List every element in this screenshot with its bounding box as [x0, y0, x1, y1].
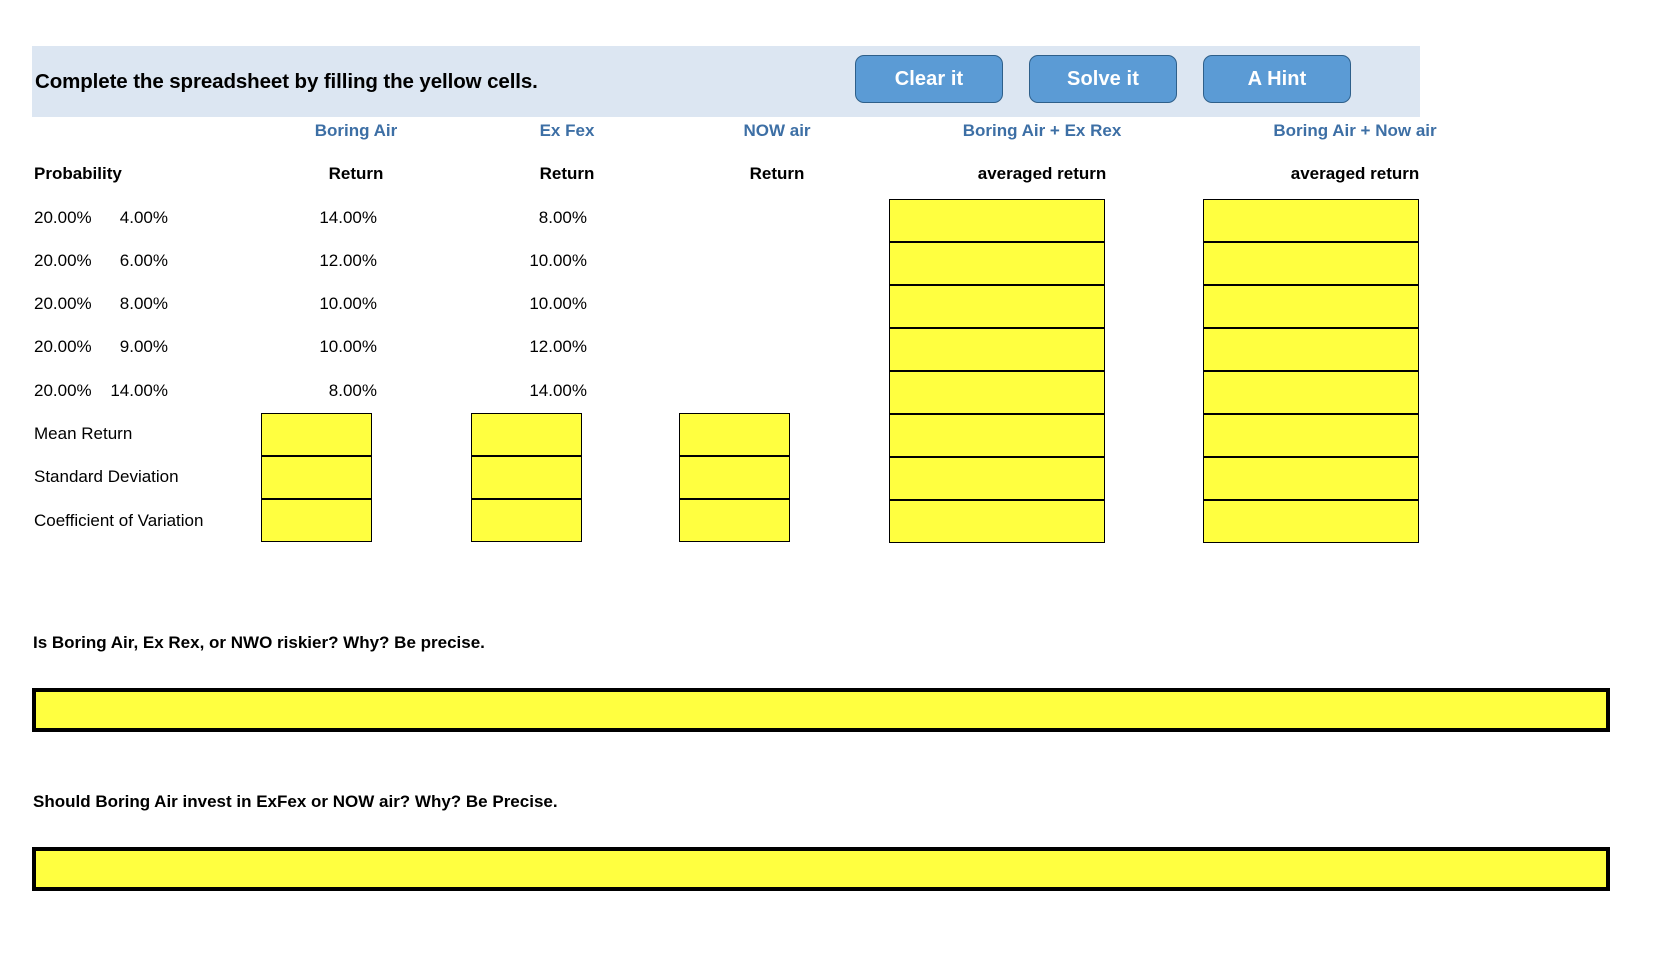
cell-boring-air-return: 4.00%: [119, 207, 168, 227]
cell-boring-air-return: 8.00%: [119, 294, 168, 314]
input-cell-boring-air-mean-return[interactable]: [261, 413, 372, 456]
column-header-boring-air-plus-now-air: Boring Air + Now air: [1273, 121, 1437, 140]
cell-probability: 20.00%: [34, 250, 92, 270]
cell-now-air-return: 10.00%: [529, 294, 587, 314]
sheet-bottom-clip: [0, 578, 1664, 592]
a-hint-button[interactable]: A Hint: [1203, 55, 1351, 103]
table-header-row-companies: Boring Air Ex Fex NOW air Boring Air + E…: [32, 121, 1437, 165]
cell-ex-fex-return: 14.00%: [319, 207, 377, 227]
input-cell-now-air-coefficient-variation[interactable]: [679, 499, 790, 542]
solve-it-button[interactable]: Solve it: [1029, 55, 1177, 103]
instruction-header-band: Complete the spreadsheet by filling the …: [32, 46, 1420, 117]
input-cell-ba-nowair-row-3[interactable]: [1203, 285, 1419, 328]
input-cell-ba-nowair-row-4[interactable]: [1203, 328, 1419, 371]
question-2-prompt: Should Boring Air invest in ExFex or NOW…: [33, 792, 558, 811]
column-header-return-ex-fex: Return: [539, 164, 595, 184]
row-label-standard-deviation: Standard Deviation: [34, 467, 179, 487]
input-cell-ba-nowair-coefficient-variation[interactable]: [1203, 500, 1419, 543]
input-cell-now-air-standard-deviation[interactable]: [679, 456, 790, 499]
input-cell-ba-nowair-row-5[interactable]: [1203, 371, 1419, 414]
cell-ex-fex-return: 10.00%: [319, 294, 377, 314]
input-cell-ba-exrex-row-1[interactable]: [889, 199, 1105, 242]
input-cell-ba-exrex-row-2[interactable]: [889, 242, 1105, 285]
column-header-probability: Probability: [34, 164, 122, 184]
column-header-averaged-return-now-air: averaged return: [1290, 164, 1420, 184]
question-2-answer-input[interactable]: [32, 847, 1610, 891]
cell-boring-air-return: 14.00%: [110, 380, 168, 400]
input-cell-now-air-mean-return[interactable]: [679, 413, 790, 456]
input-cell-ba-nowair-mean-return[interactable]: [1203, 414, 1419, 457]
column-header-boring-air-plus-ex-rex: Boring Air + Ex Rex: [962, 121, 1122, 140]
cell-probability: 20.00%: [34, 380, 92, 400]
input-cell-ba-exrex-row-5[interactable]: [889, 371, 1105, 414]
input-cell-ba-exrex-row-4[interactable]: [889, 328, 1105, 371]
cell-now-air-return: 12.00%: [529, 337, 587, 357]
input-cell-ba-nowair-standard-deviation[interactable]: [1203, 457, 1419, 500]
input-cell-boring-air-coefficient-variation[interactable]: [261, 499, 372, 542]
input-cell-ex-fex-coefficient-variation[interactable]: [471, 499, 582, 542]
column-header-averaged-return-ex-rex: averaged return: [977, 164, 1107, 184]
page-title: Complete the spreadsheet by filling the …: [35, 69, 538, 93]
row-label-mean-return: Mean Return: [34, 424, 133, 444]
cell-probability: 20.00%: [34, 294, 92, 314]
input-cell-ex-fex-standard-deviation[interactable]: [471, 456, 582, 499]
cell-boring-air-return: 6.00%: [119, 250, 168, 270]
column-header-return-boring-air: Return: [328, 164, 384, 184]
clear-it-button[interactable]: Clear it: [855, 55, 1003, 103]
cell-boring-air-return: 9.00%: [119, 337, 168, 357]
input-cell-ba-nowair-row-1[interactable]: [1203, 199, 1419, 242]
column-header-boring-air: Boring Air: [314, 121, 398, 140]
cell-now-air-return: 10.00%: [529, 250, 587, 270]
cell-now-air-return: 14.00%: [529, 380, 587, 400]
input-cell-ba-exrex-coefficient-variation[interactable]: [889, 500, 1105, 543]
cell-probability: 20.00%: [34, 207, 92, 227]
cell-ex-fex-return: 12.00%: [319, 250, 377, 270]
question-1-prompt: Is Boring Air, Ex Rex, or NWO riskier? W…: [33, 633, 485, 652]
column-header-now-air: NOW air: [743, 121, 811, 140]
input-cell-ba-exrex-standard-deviation[interactable]: [889, 457, 1105, 500]
input-cell-boring-air-standard-deviation[interactable]: [261, 456, 372, 499]
column-header-ex-fex: Ex Fex: [539, 121, 595, 140]
cell-probability: 20.00%: [34, 337, 92, 357]
cell-now-air-return: 8.00%: [538, 207, 587, 227]
input-cell-ba-exrex-mean-return[interactable]: [889, 414, 1105, 457]
cell-ex-fex-return: 8.00%: [328, 380, 377, 400]
input-cell-ex-fex-mean-return[interactable]: [471, 413, 582, 456]
question-1-answer-input[interactable]: [32, 688, 1610, 732]
column-header-return-now-air: Return: [749, 164, 805, 184]
input-cell-ba-exrex-row-3[interactable]: [889, 285, 1105, 328]
row-label-coefficient-of-variation: Coefficient of Variation: [34, 510, 204, 530]
input-cell-ba-nowair-row-2[interactable]: [1203, 242, 1419, 285]
cell-ex-fex-return: 10.00%: [319, 337, 377, 357]
header-button-group: Clear it Solve it A Hint: [855, 55, 1351, 103]
